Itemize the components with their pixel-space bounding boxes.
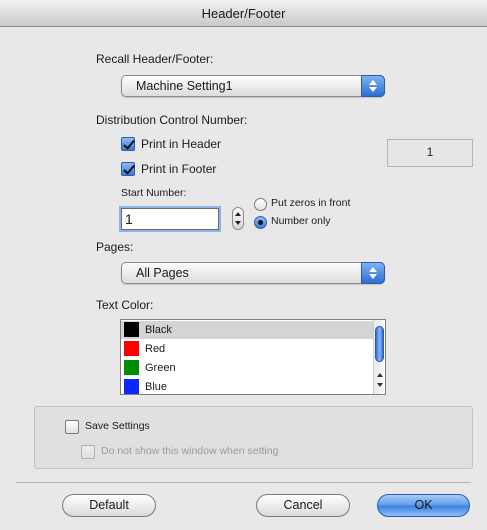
save-settings-label[interactable]: Save Settings [85,420,150,432]
distribution-number-preview: 1 [387,139,473,167]
save-settings-group: Save Settings Do not show this window wh… [34,406,473,469]
print-in-footer-checkbox[interactable] [121,162,135,176]
list-item-red[interactable]: Red [121,340,373,358]
list-item-black[interactable]: Black [121,321,373,339]
stepper-up-icon [235,212,241,216]
text-color-label: Text Color: [96,298,154,312]
scrollbar-thumb[interactable] [375,326,384,362]
start-number-stepper[interactable] [232,207,244,230]
popup-arrows-icon [361,262,385,284]
recall-popup[interactable]: Machine Setting1 [121,75,385,97]
recall-selected-value: Machine Setting1 [136,79,233,93]
color-swatch [124,360,139,375]
put-zeros-label[interactable]: Put zeros in front [271,197,350,209]
list-item-label: Red [145,343,166,355]
stepper-down-icon [235,221,241,225]
popup-arrows-icon [361,75,385,97]
number-only-radio[interactable] [254,216,267,229]
pages-selected-value: All Pages [136,266,189,280]
cancel-button[interactable]: Cancel [256,494,350,517]
distribution-label: Distribution Control Number: [96,113,248,127]
color-swatch [124,322,139,337]
window-title: Header/Footer [0,0,487,27]
text-color-list[interactable]: Black Red Green Blue [120,319,386,395]
divider [16,482,471,483]
color-swatch [124,341,139,356]
default-button[interactable]: Default [62,494,156,517]
ok-button[interactable]: OK [377,494,470,517]
print-in-header-label[interactable]: Print in Header [141,137,221,151]
print-in-footer-label[interactable]: Print in Footer [141,162,216,176]
no-show-window-label: Do not show this window when setting [101,445,279,457]
color-swatch [124,379,139,394]
pages-popup[interactable]: All Pages [121,262,385,284]
start-number-label: Start Number: [121,187,187,199]
start-number-input[interactable]: 1 [121,208,219,230]
number-only-label[interactable]: Number only [271,215,331,227]
list-item-label: Green [145,362,176,374]
list-item-blue[interactable]: Blue [121,378,373,394]
scroll-up-icon[interactable] [377,373,383,377]
no-show-window-checkbox[interactable] [81,445,95,459]
print-in-header-checkbox[interactable] [121,137,135,151]
list-item-label: Blue [145,381,168,393]
scroll-down-icon[interactable] [377,383,383,387]
save-settings-checkbox[interactable] [65,420,79,434]
list-item-green[interactable]: Green [121,359,373,377]
put-zeros-radio[interactable] [254,198,267,211]
list-scrollbar[interactable] [373,320,385,394]
list-item-label: Black [145,324,172,336]
recall-label: Recall Header/Footer: [96,52,214,66]
pages-label: Pages: [96,240,134,254]
